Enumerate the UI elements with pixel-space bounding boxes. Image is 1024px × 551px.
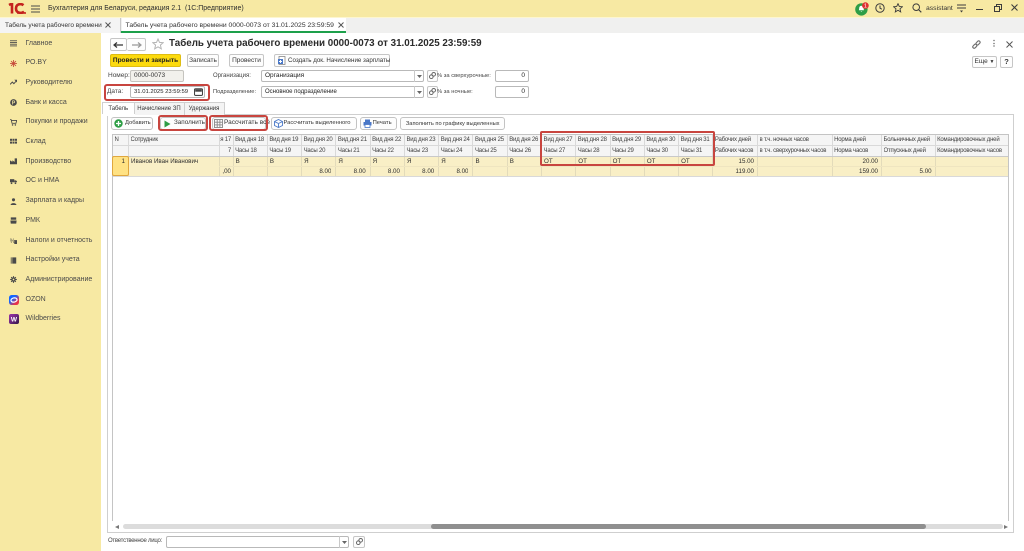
svg-text:W: W bbox=[10, 317, 17, 324]
svg-text:1: 1 bbox=[864, 4, 867, 10]
